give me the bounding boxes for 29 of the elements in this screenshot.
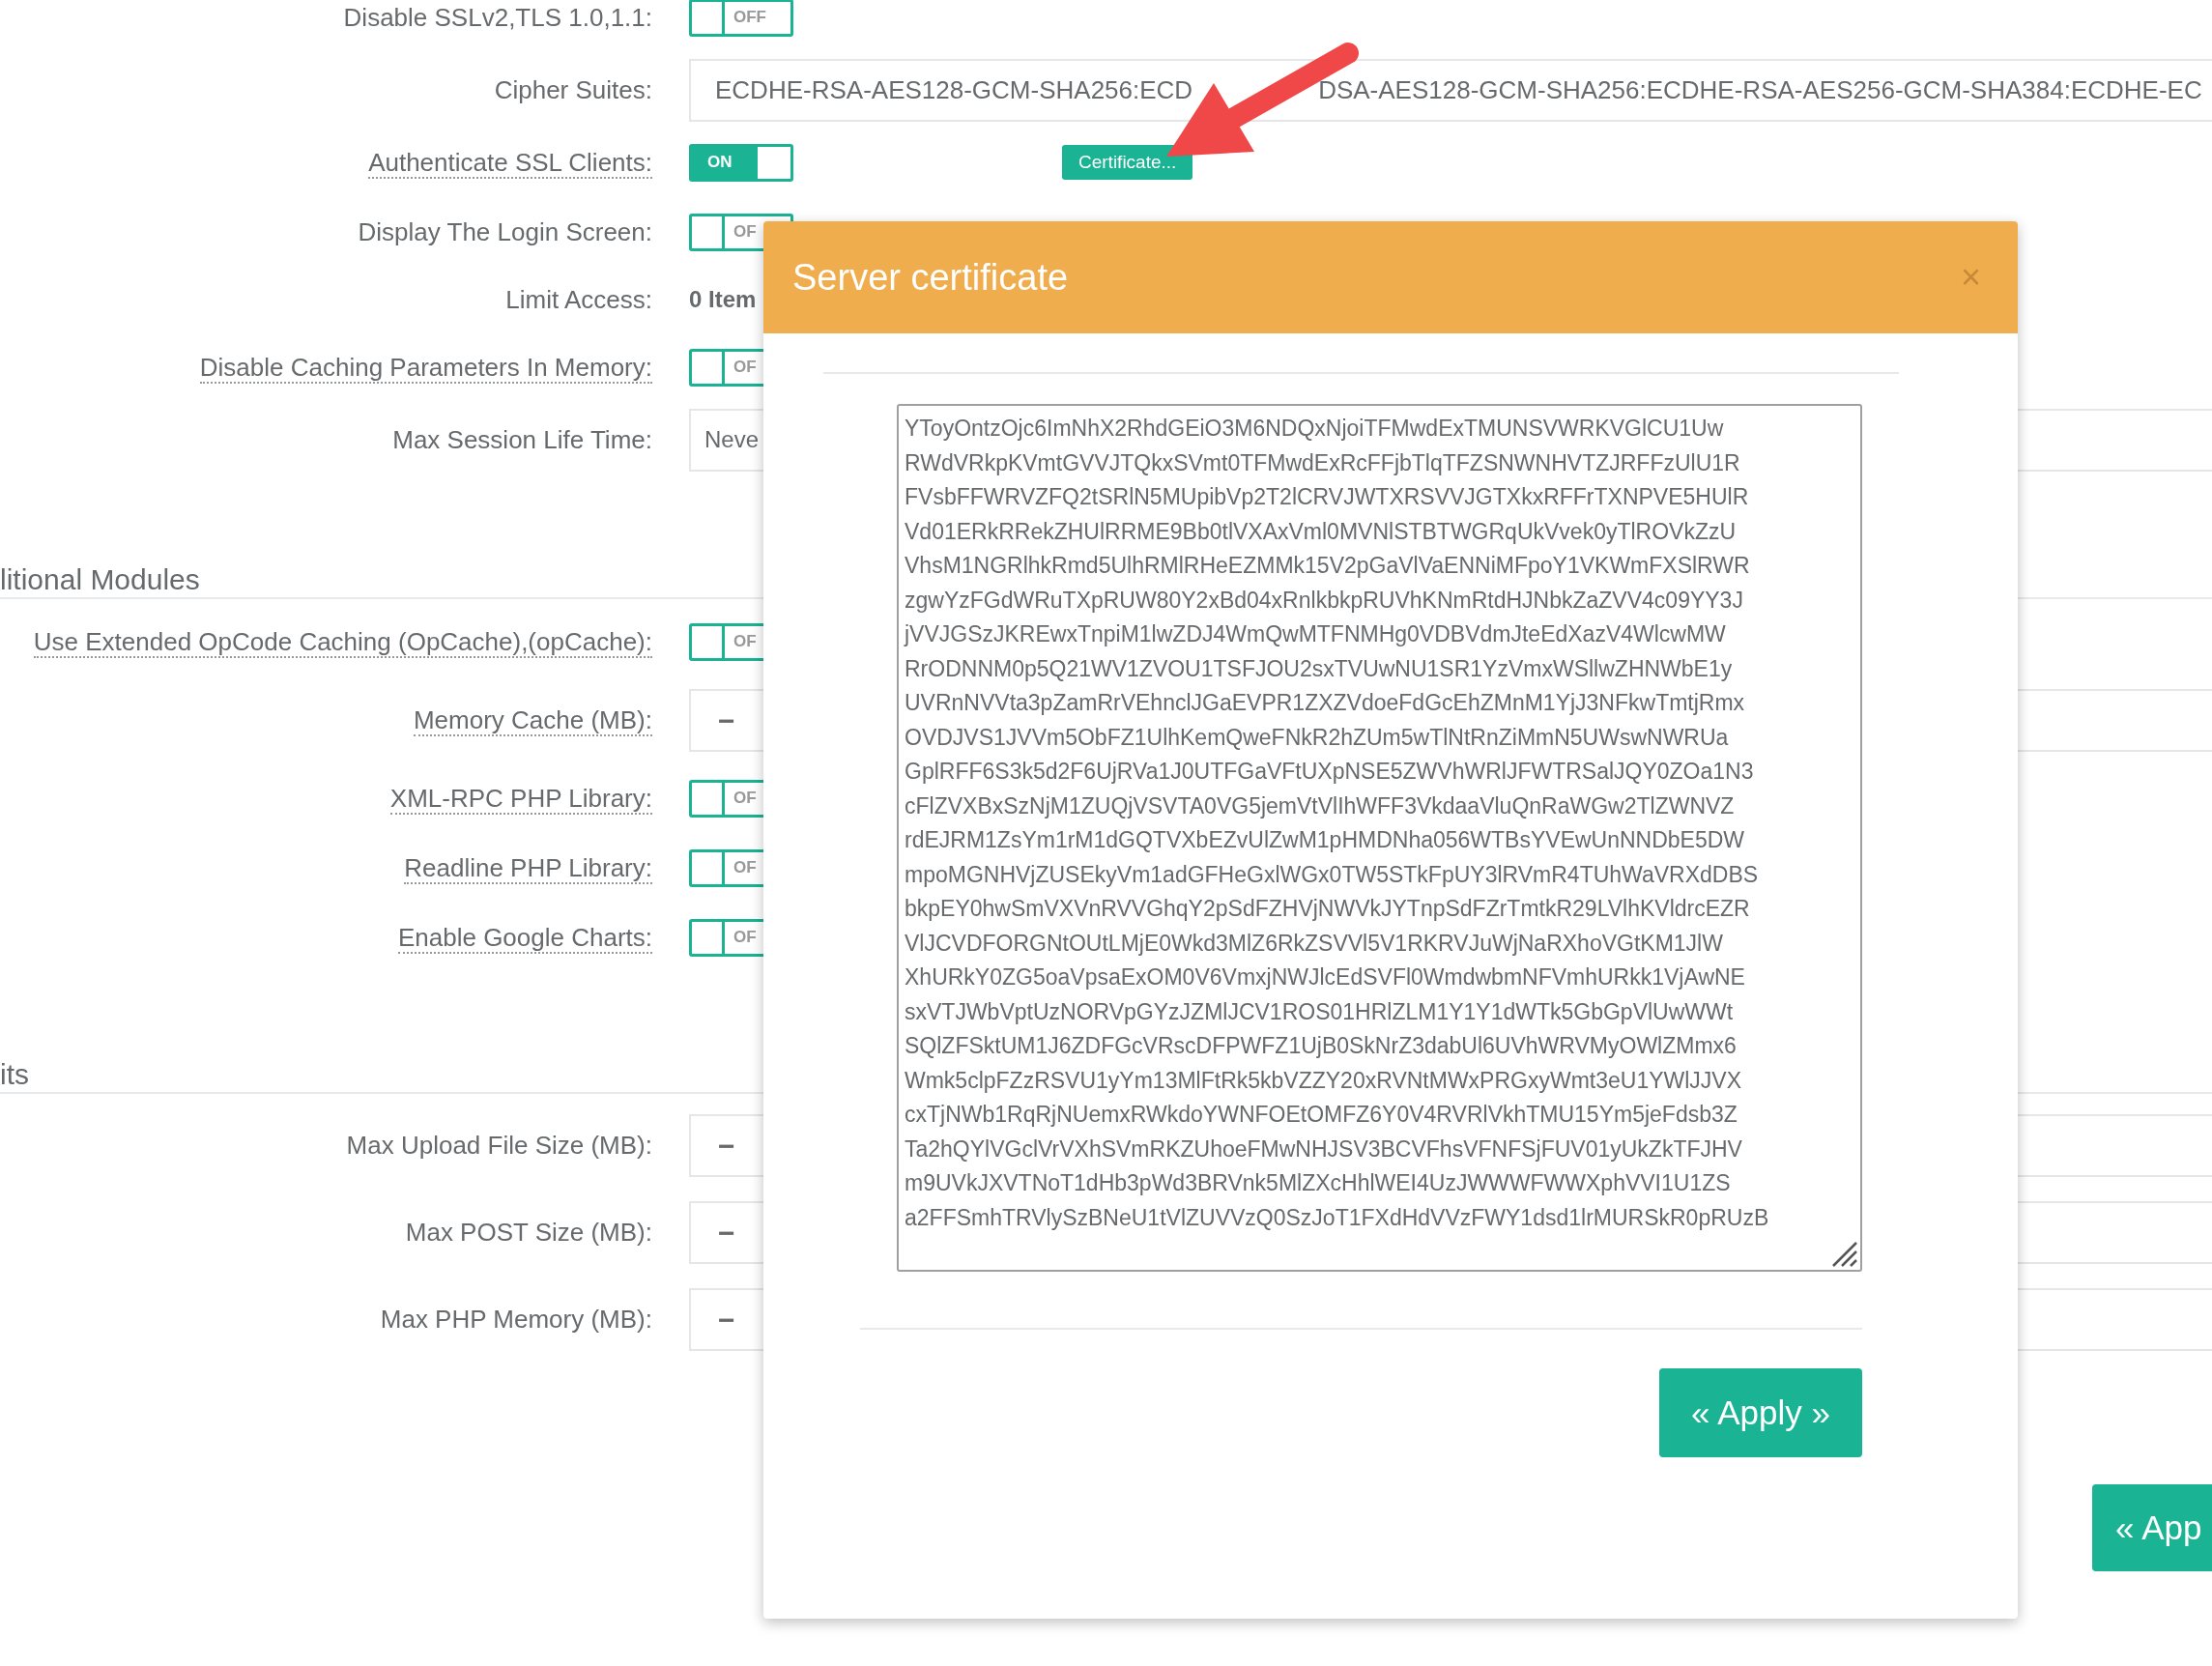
- section-heading: its: [0, 1057, 29, 1092]
- help-label: XML-RPC PHP Library:: [389, 783, 652, 815]
- field-label: Max PHP Memory (MB):: [380, 1304, 652, 1334]
- certificate-button[interactable]: Certificate...: [1062, 145, 1193, 180]
- toggle-switch[interactable]: ON: [689, 143, 793, 182]
- help-label: Readline PHP Library:: [404, 852, 652, 884]
- field-label: Cipher Suites:: [494, 74, 652, 104]
- apply-button[interactable]: « Apply »: [1659, 1368, 1862, 1457]
- section-heading: litional Modules: [0, 562, 200, 597]
- input-field[interactable]: ECDHE-RSA-AES128-GCM-SHA256:ECD DSA-AES128-GCM-SHA256:ECDHE-RSA-AES256-GCM-SHA384:ECDHE-EC: [689, 58, 2212, 122]
- field-label: Disable SSLv2,TLS 1.0,1.1:: [343, 2, 652, 32]
- field-value: ECDHE-RSA-AES128-GCM-SHA256:ECD: [715, 73, 1193, 106]
- certificate-text-area[interactable]: YToyOntzOjc6ImNhX2RhdGEiO3M6NDQxNjoiTFMwdExTMUNSVWRKVGlCU1Uw RWdVRkpKVmtGVVJTQkxSVmt0TFMwdExRcFFjbTlqTFZSNWNHVTZJRFFzUlU1R FVsbFFWRVZFQ2tSRlN5MUpibVp2T2lCRVJWTXRSVVJGTXkxRFFrTXNPVE5HUlR Vd01ERkRRekZHUlRRME9Bb0tlVXAxVml0MVNlSTBTWGRqUkVvek0yTlROVkZzU VhsM1NGRlhkRmd5UlhRMlRHeEZMMk15V2pGaVlVaENNiMFpoY1VKWmFXSlRWR zgwYzFGdWRuTXpRUW80Y2xBd04xRnlkbkpRUVhKNmRtdHJNbkZaZVV4c09YY3J jVVJGSzJKREwxTnpiM1lwZDJ4WmQwMTFNMHg0VDBVdmJteEdXazV4WlcwMW RrODNNM0p5Q21WV1ZVOU1TSFJOU2sxTVUwNU1SR1YzVmxWSllwZHNWbE1y UVRnNVVta3pZamRrVEhnclJGaEVPR1ZXZVdoeFdGcEhZMnM1YjJ3NFkwTmtjRmx OVDJVS1JVVm5ObFZ1UlhKemQweFNkR2hZUm5wTlNtRnZiMmN5UWswNWRUa GplRFF6S3k5d2F6UjRVa1J0UTFGaVFtUXpNSE5ZWVhWRlJFWTRSalJQY0ZOa1N3 cFlZVXBxSzNjM1ZUQjVSVTA0VG5jemVtVlIhWFF3VkdaaVluQnRaWGw2TlZWNVZ rdEJRM1ZsYm1rM1dGQTVXbEZvUlZwM1pHMDNha056WTBsYVEwUnNNDbE5DW mpoMGNHVjZUSEkyVm1adGFHeGxlWGx0TW5STkFpUY3lRVmR4TUhWaVRXdDBS bkpEY0hwSmVXVnRVVGhqY2pSdFZHVjNWVkJYTnpSdFZrTmtkR29LVlhKVldrcEZR VlJCVDFORGNtOUtLMjE0Wkd3MlZ6RkZSVVl5V1RKRVJuWjNaRXhoVGtKM1JlW XhURkY0ZG5oaVpsaExOM0V6VmxjNWJlcEdSVFl0WmdwbmNFVmhURkk1VjAwNE sxVTJWbVptUzNORVpGYzJZMlJCV1ROS01HRlZLM1Y1Y1dWTk5GbGpVlUwWWt SQlZFSktUM1J6ZDFGcVRscDFPWFZ1UjB0SkNrZ3dabUl6UVhWRVMyOWlZMmx6 Wmk5clpFZzRSVU1yYm13MlFtRk5kbVZZY20xRVNtMWxPRGxyWmt3eU1YWlJJVX cxTjNWb1RqRjNUemxRWkdoYWNFOEtOMFZ6Y0V4RVRlVkhTMU15Ym5jeFdsb3Z Ta2hQYlVGclVrVXhSVmRKZUhoeFMwNHJSV3BCVFhsVFNFSjFUV01yUkZkTFJHV m9UVkJXVTNoT1dHb3pWd3BRVnk5MlZXcHhlWEI4UzJWWWFWWXphVVI1U1ZS a2FFSmhTRVlySzBNeU1tVlZUVVzQ0SzJoT1FXdHdVVzFWY1dsd1lrMURSkR0pRUzB: [897, 404, 1862, 1272]
- toggle-switch[interactable]: OFF: [689, 0, 793, 37]
- field-label: Limit Access:: [505, 284, 652, 314]
- help-label: Memory Cache (MB):: [413, 704, 652, 736]
- field-label: Max Session Life Time:: [392, 424, 652, 454]
- modal-title: Server certificate: [792, 255, 1069, 300]
- field-label: Display The Login Screen:: [358, 216, 652, 246]
- items-count: 0 Item: [689, 285, 757, 314]
- help-label: Authenticate SSL Clients:: [368, 147, 652, 179]
- close-button[interactable]: ×: [1952, 260, 1989, 295]
- field-label: Max POST Size (MB):: [405, 1217, 652, 1247]
- help-label: Enable Google Charts:: [397, 922, 652, 954]
- help-label: Use Extended OpCode Caching (OpCache),(opCache):: [33, 626, 652, 658]
- field-label: Max Upload File Size (MB):: [346, 1130, 652, 1160]
- help-label: Disable Caching Parameters In Memory:: [199, 352, 652, 384]
- apply-button[interactable]: « App: [2092, 1484, 2212, 1571]
- field-value: DSA-AES128-GCM-SHA256:ECDHE-RSA-AES256-GCM-SHA384:ECDHE-EC: [1318, 73, 2202, 106]
